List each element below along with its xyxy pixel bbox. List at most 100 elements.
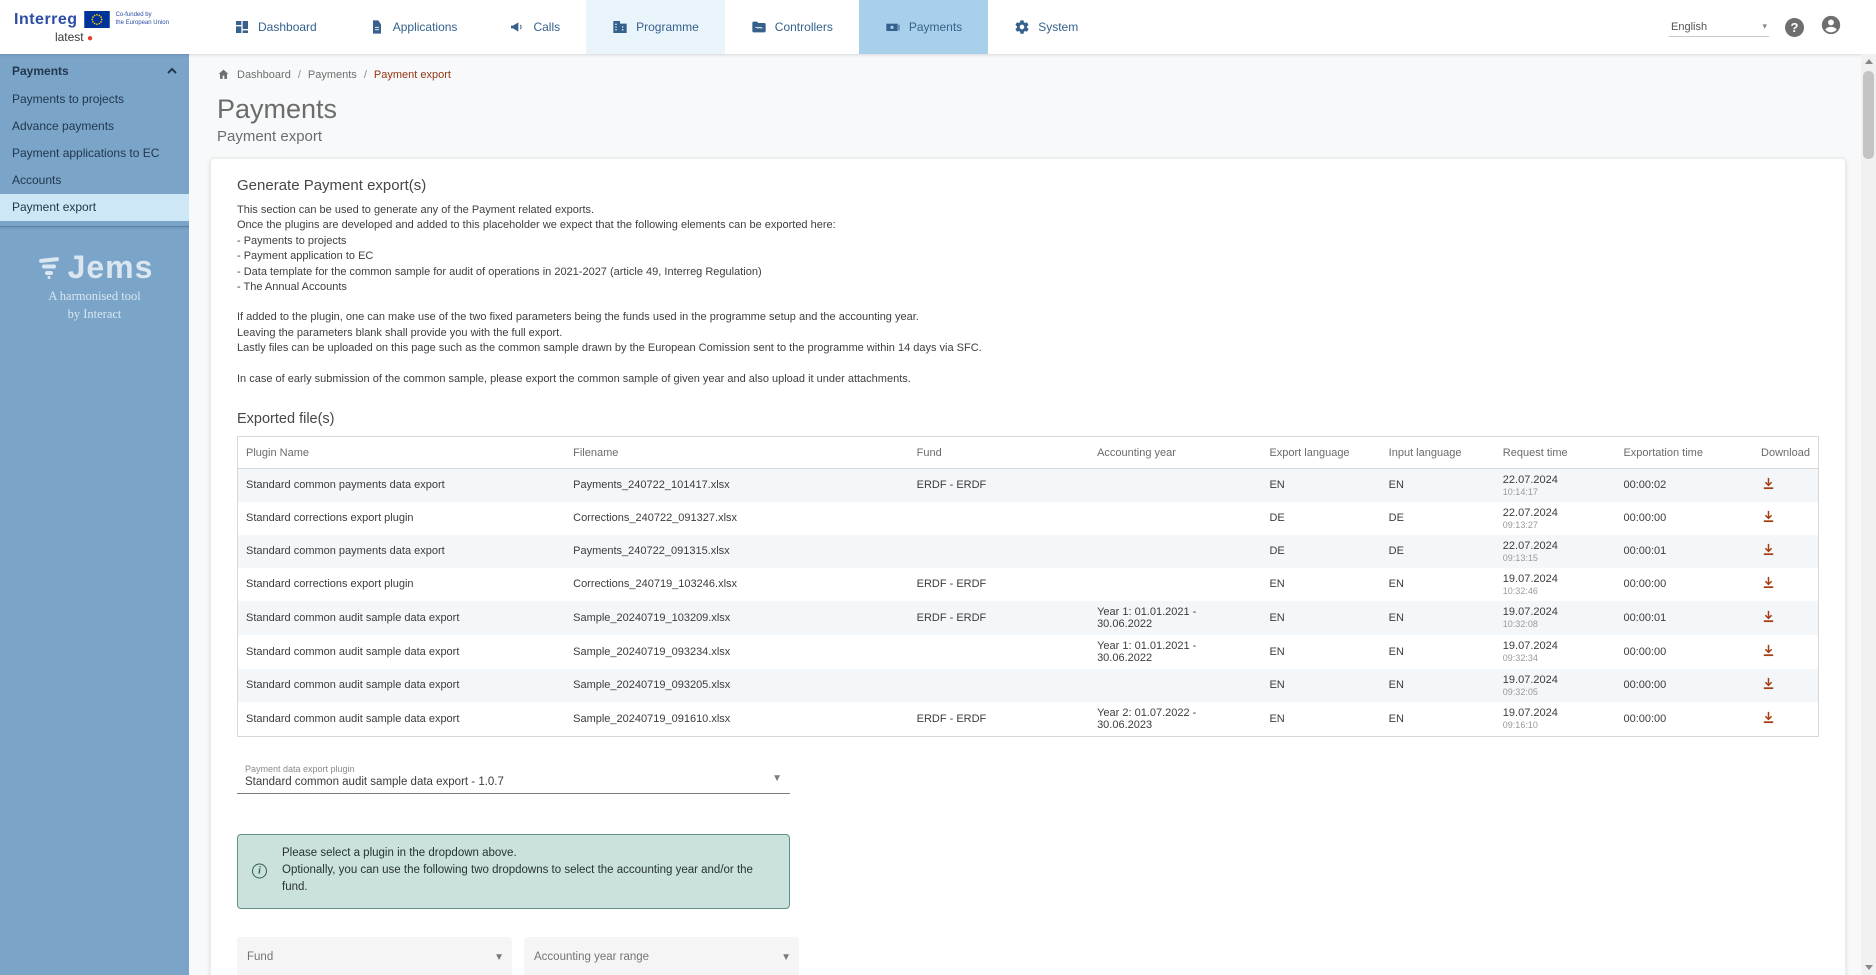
chevron-down-icon: ▼ (494, 952, 504, 963)
cell-exportation-time: 00:00:01 (1615, 535, 1753, 568)
table-row: Standard common audit sample data export… (238, 635, 1819, 669)
sidebar-item-payment-export[interactable]: Payment export (0, 194, 189, 221)
breadcrumb-separator: / (298, 69, 301, 81)
nav-item-programme[interactable]: Programme (586, 0, 725, 54)
nav-item-controllers[interactable]: Controllers (725, 0, 859, 54)
download-icon[interactable] (1761, 609, 1776, 627)
scroll-up-arrow[interactable] (1861, 54, 1876, 69)
cell-request-time: 22.07.202410:14:17 (1495, 468, 1616, 502)
nav-item-calls[interactable]: Calls (483, 0, 586, 54)
cell-filename: Corrections_240722_091327.xlsx (565, 502, 908, 535)
cofunded-label: Co-funded by the European Union (116, 12, 169, 27)
cell-accounting-year (1089, 502, 1261, 535)
accounting-year-select[interactable]: Accounting year range ▼ (524, 937, 799, 975)
download-icon[interactable] (1761, 643, 1776, 661)
plugin-select-label: Payment data export plugin (245, 764, 770, 774)
sidebar-item-accounts[interactable]: Accounts (0, 167, 189, 194)
cell-fund (909, 502, 1089, 535)
col-accounting-year: Accounting year (1089, 436, 1261, 468)
gear-icon (1014, 19, 1030, 35)
fund-select[interactable]: Fund ▼ (237, 937, 512, 975)
download-icon[interactable] (1761, 509, 1776, 527)
chevron-down-icon: ▾ (1762, 21, 1767, 32)
breadcrumb-payments[interactable]: Payments (308, 69, 357, 81)
table-row: Standard common audit sample data export… (238, 669, 1819, 702)
jems-wordmark: Jems (68, 249, 154, 286)
section-description: In case of early submission of the commo… (237, 372, 1819, 387)
sidebar: Payments Payments to projects Advance pa… (0, 54, 189, 975)
cell-exportation-time: 00:00:02 (1615, 468, 1753, 502)
cell-plugin-name: Standard corrections export plugin (238, 502, 566, 535)
cell-export-language: EN (1261, 702, 1380, 737)
cell-exportation-time: 00:00:00 (1615, 702, 1753, 737)
cell-fund (909, 669, 1089, 702)
page-subtitle: Payment export (217, 128, 1846, 145)
cell-input-language: EN (1381, 468, 1495, 502)
megaphone-icon (509, 19, 525, 35)
cell-export-language: EN (1261, 601, 1380, 635)
payments-icon (885, 19, 901, 35)
folder-icon (751, 19, 767, 35)
cell-download (1753, 502, 1818, 535)
breadcrumb-separator: / (364, 69, 367, 81)
home-icon[interactable] (217, 68, 230, 81)
col-input-language: Input language (1381, 436, 1495, 468)
nav-item-payments[interactable]: Payments (859, 0, 988, 54)
cell-request-time: 19.07.202410:32:08 (1495, 601, 1616, 635)
dashboard-icon (234, 19, 250, 35)
download-icon[interactable] (1761, 710, 1776, 728)
table-row: Standard corrections export plugin Corre… (238, 502, 1819, 535)
cell-plugin-name: Standard common payments data export (238, 468, 566, 502)
sidebar-item-payment-applications-to-ec[interactable]: Payment applications to EC (0, 140, 189, 167)
fund-select-placeholder: Fund (247, 951, 273, 963)
download-icon[interactable] (1761, 476, 1776, 494)
nav-label: Applications (393, 20, 458, 34)
page-title: Payments (217, 94, 1846, 125)
cell-fund: ERDF - ERDF (909, 601, 1089, 635)
sidebar-item-payments-to-projects[interactable]: Payments to projects (0, 86, 189, 113)
nav-item-applications[interactable]: Applications (343, 0, 484, 54)
nav-label: Programme (636, 20, 699, 34)
scrollbar-thumb[interactable] (1863, 71, 1874, 159)
cell-request-time: 19.07.202409:16:10 (1495, 702, 1616, 737)
cell-request-time: 19.07.202409:32:05 (1495, 669, 1616, 702)
generate-section-heading: Generate Payment export(s) (237, 177, 1819, 194)
cell-export-language: EN (1261, 568, 1380, 601)
applications-icon (369, 19, 385, 35)
cell-accounting-year: Year 1: 01.01.2021 - 30.06.2022 (1089, 601, 1261, 635)
breadcrumb-dashboard[interactable]: Dashboard (237, 69, 291, 81)
ui-language-value: English (1671, 21, 1707, 33)
download-icon[interactable] (1761, 676, 1776, 694)
exported-files-table: Plugin Name Filename Fund Accounting yea… (237, 436, 1819, 737)
sidebar-section-payments[interactable]: Payments (0, 54, 189, 86)
nav-item-system[interactable]: System (988, 0, 1104, 54)
jems-tagline: A harmonised tool by Interact (0, 288, 189, 323)
cell-plugin-name: Standard common audit sample data export (238, 669, 566, 702)
cell-request-time: 22.07.202409:13:15 (1495, 535, 1616, 568)
accounting-year-placeholder: Accounting year range (534, 951, 649, 963)
account-icon[interactable] (1820, 14, 1842, 41)
help-icon[interactable]: ? (1785, 18, 1804, 37)
vertical-scrollbar[interactable] (1861, 54, 1876, 975)
building-icon (612, 19, 628, 35)
sidebar-item-advance-payments[interactable]: Advance payments (0, 113, 189, 140)
cell-export-language: DE (1261, 535, 1380, 568)
section-description: This section can be used to generate any… (237, 203, 1819, 295)
download-icon[interactable] (1761, 575, 1776, 593)
section-description: If added to the plugin, one can make use… (237, 310, 1819, 356)
interreg-wordmark: Interreg (14, 11, 78, 29)
download-icon[interactable] (1761, 542, 1776, 560)
scroll-down-arrow[interactable] (1861, 960, 1876, 975)
nav-item-dashboard[interactable]: Dashboard (208, 0, 343, 54)
version-label: latest ● (14, 30, 134, 44)
cell-download (1753, 601, 1818, 635)
cell-accounting-year (1089, 535, 1261, 568)
plugin-select[interactable]: Payment data export plugin Standard comm… (237, 761, 790, 794)
chevron-down-icon: ▼ (772, 773, 782, 784)
ui-language-select[interactable]: English ▾ (1669, 18, 1769, 37)
col-download: Download (1753, 436, 1818, 468)
nav-label: Dashboard (258, 20, 317, 34)
cell-input-language: EN (1381, 635, 1495, 669)
cell-accounting-year (1089, 568, 1261, 601)
cell-filename: Sample_20240719_093234.xlsx (565, 635, 908, 669)
